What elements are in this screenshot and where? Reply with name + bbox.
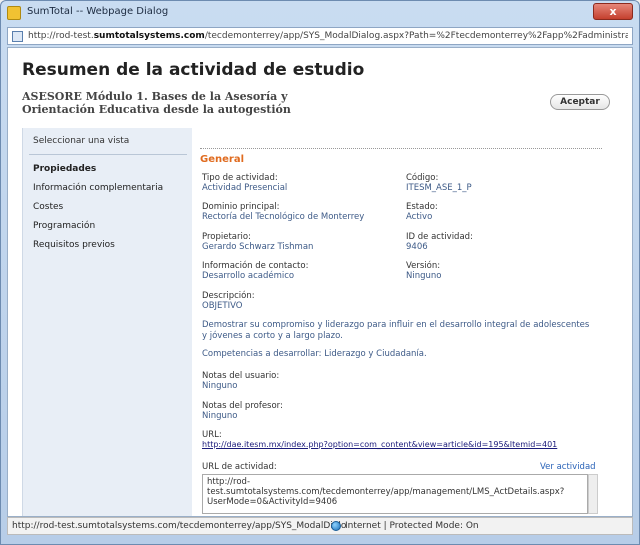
url-actividad-label: URL de actividad:: [202, 462, 277, 472]
contacto-label: Información de contacto:: [202, 261, 309, 271]
window-title: SumTotal -- Webpage Dialog: [27, 6, 169, 17]
codigo-value: ITESM_ASE_1_P: [406, 183, 472, 193]
propietario-label: Propietario:: [202, 232, 251, 242]
url-label: URL:: [202, 430, 222, 440]
tipo-value: Actividad Presencial: [202, 183, 288, 193]
address-url[interactable]: http://rod-test.sumtotalsystems.com/tecd…: [28, 31, 628, 41]
notas-usuario-label: Notas del usuario:: [202, 371, 280, 381]
activity-title: ASESORE Módulo 1. Bases de la Asesoría y…: [22, 90, 291, 116]
security-zone: Internet | Protected Mode: On: [345, 521, 479, 531]
dialog-content: Resumen de la actividad de estudio ASESO…: [7, 47, 633, 517]
activity-url-textbox[interactable]: http://rod-test.sumtotalsystems.com/tecd…: [202, 474, 588, 514]
dominio-label: Dominio principal:: [202, 202, 280, 212]
descripcion-text: Demostrar su compromiso y liderazgo para…: [202, 320, 590, 341]
section-divider: [200, 148, 602, 149]
version-value: Ninguno: [406, 271, 442, 281]
page-icon: [12, 31, 23, 42]
view-selector[interactable]: Seleccionar una vista: [33, 136, 129, 146]
contacto-value: Desarrollo académico: [202, 271, 295, 281]
id-value: 9406: [406, 242, 428, 252]
title-bar[interactable]: SumTotal -- Webpage Dialog x: [1, 1, 639, 25]
propietario-value: Gerardo Schwarz Tishman: [202, 242, 314, 252]
properties-panel: General Tipo de actividad: Actividad Pre…: [200, 128, 610, 516]
dialog-window: SumTotal -- Webpage Dialog x http://rod-…: [0, 0, 640, 545]
textbox-scrollbar[interactable]: [588, 474, 598, 514]
sidebar-item-propiedades[interactable]: Propiedades: [33, 164, 96, 174]
page-title: Resumen de la actividad de estudio: [22, 60, 365, 80]
version-label: Versión:: [406, 261, 441, 271]
dominio-value: Rectoría del Tecnológico de Monterrey: [202, 212, 365, 222]
sidebar: Seleccionar una vista Propiedades Inform…: [22, 128, 192, 516]
sidebar-item-requisitos[interactable]: Requisitos previos: [33, 240, 115, 250]
sidebar-item-costes[interactable]: Costes: [33, 202, 63, 212]
estado-value: Activo: [406, 212, 433, 222]
descripcion-heading: OBJETIVO: [202, 301, 243, 311]
notas-usuario-value: Ninguno: [202, 381, 238, 391]
competencias-text: Competencias a desarrollar: Liderazgo y …: [202, 349, 427, 359]
estado-label: Estado:: [406, 202, 438, 212]
section-title-general: General: [200, 154, 244, 165]
url-link[interactable]: http://dae.itesm.mx/index.php?option=com…: [202, 440, 557, 449]
sidebar-item-programacion[interactable]: Programación: [33, 221, 95, 231]
app-icon: [7, 6, 21, 20]
status-url: http://rod-test.sumtotalsystems.com/tecd…: [12, 521, 347, 531]
sidebar-item-informacion[interactable]: Información complementaria: [33, 183, 163, 193]
address-bar[interactable]: http://rod-test.sumtotalsystems.com/tecd…: [7, 27, 633, 45]
globe-icon: [331, 521, 341, 531]
accept-button[interactable]: Aceptar: [550, 94, 610, 110]
status-bar: http://rod-test.sumtotalsystems.com/tecd…: [7, 517, 633, 535]
tipo-label: Tipo de actividad:: [202, 173, 278, 183]
id-label: ID de actividad:: [406, 232, 473, 242]
notas-profesor-label: Notas del profesor:: [202, 401, 283, 411]
notas-profesor-value: Ninguno: [202, 411, 238, 421]
codigo-label: Código:: [406, 173, 439, 183]
ver-actividad-link[interactable]: Ver actividad: [540, 462, 596, 472]
close-button[interactable]: x: [593, 3, 633, 20]
sidebar-divider: [29, 154, 187, 155]
descripcion-label: Descripción:: [202, 291, 255, 301]
